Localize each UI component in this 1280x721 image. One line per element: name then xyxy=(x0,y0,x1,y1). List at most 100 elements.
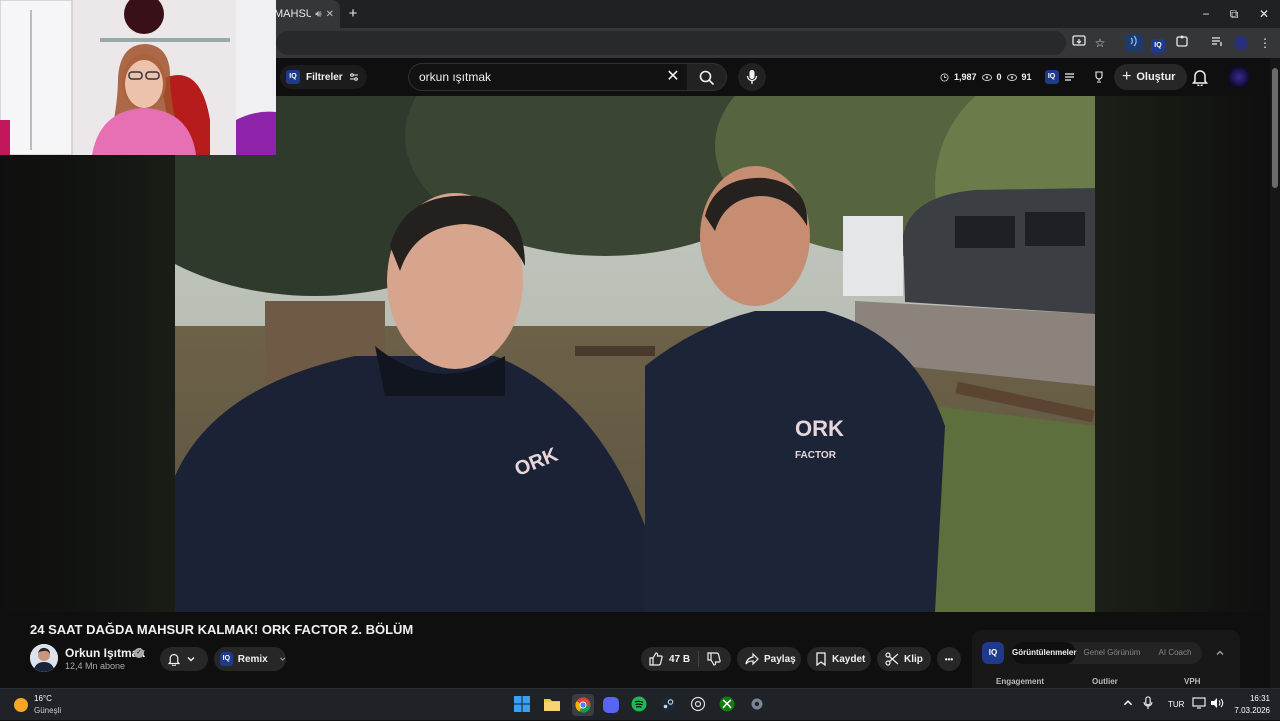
new-tab-button[interactable]: + xyxy=(344,5,362,23)
trophy-icon[interactable] xyxy=(1093,71,1105,83)
search-button[interactable] xyxy=(687,63,727,91)
tray-volume-icon[interactable] xyxy=(1210,696,1228,714)
chevron-down-icon xyxy=(279,657,285,661)
save-button[interactable]: Kaydet xyxy=(807,647,871,671)
tray-chevron-up-icon[interactable] xyxy=(1122,696,1140,714)
tray-microphone-icon[interactable] xyxy=(1142,696,1160,714)
clip-button[interactable]: Klip xyxy=(877,647,931,671)
channel-stats: 1,987 0 91 IQ xyxy=(940,68,1105,86)
create-label: Oluştur xyxy=(1136,71,1176,83)
app-circle-icon[interactable] xyxy=(690,696,708,714)
sliders-icon xyxy=(349,73,358,81)
dislike-button[interactable] xyxy=(699,652,721,666)
more-actions-button[interactable]: ••• xyxy=(937,647,961,671)
iq-tab-bar: Görüntülenmeler Genel Görünüm AI Coach xyxy=(1012,642,1202,664)
share-button[interactable]: Paylaş xyxy=(737,647,801,671)
iq-tab-overview[interactable]: Genel Görünüm xyxy=(1076,642,1148,664)
stat-watching: 91 xyxy=(1021,72,1032,82)
iq-icon: IQ xyxy=(220,652,233,666)
clear-search-icon[interactable]: ✕ xyxy=(665,69,681,85)
like-count: 47 B xyxy=(669,653,691,665)
remix-label: Remix xyxy=(237,653,268,665)
close-window-button[interactable]: ✕ xyxy=(1254,5,1274,23)
input-language[interactable]: TUR xyxy=(1168,700,1184,709)
share-icon xyxy=(745,652,759,666)
like-button[interactable]: 47 B xyxy=(649,651,700,667)
iq-tab-ai-coach[interactable]: AI Coach xyxy=(1148,642,1202,664)
verified-check-icon: ✓ xyxy=(134,648,144,658)
search-box: ✕ xyxy=(408,63,688,91)
restore-button[interactable]: ⧉ xyxy=(1224,5,1244,23)
webcam-overlay xyxy=(0,0,276,155)
media-control-icon[interactable] xyxy=(1208,34,1226,52)
file-explorer-icon[interactable] xyxy=(543,696,561,714)
search-input[interactable] xyxy=(419,64,659,90)
like-dislike-group: 47 B xyxy=(641,647,731,671)
channel-avatar[interactable] xyxy=(30,644,58,672)
bookmark-star-icon[interactable]: ☆ xyxy=(1091,34,1109,52)
profile-avatar-icon[interactable] xyxy=(1232,34,1250,52)
list-icon[interactable] xyxy=(1064,71,1076,83)
eye-icon xyxy=(1006,73,1017,81)
chevron-up-icon[interactable] xyxy=(1215,648,1225,658)
notifications-button[interactable] xyxy=(1192,68,1210,88)
iq-column-vph: VPH xyxy=(1184,677,1201,686)
install-app-icon[interactable] xyxy=(1070,34,1088,52)
spotify-icon[interactable] xyxy=(631,696,649,714)
discord-icon[interactable] xyxy=(602,696,620,714)
subscriber-count: 12,4 Mn abone xyxy=(65,661,126,671)
extension-audio-icon[interactable] xyxy=(1125,34,1143,52)
extension-iq-icon[interactable]: IQ xyxy=(1149,34,1167,53)
extensions-puzzle-icon[interactable] xyxy=(1173,34,1191,52)
eye-icon xyxy=(981,73,992,81)
browser-tab[interactable]: MAHSUR 🔊︎ ✕ xyxy=(268,0,340,28)
video-player[interactable]: ORK ORK FACTOR xyxy=(175,96,1095,612)
settings-gear-icon[interactable] xyxy=(749,696,767,714)
iq-column-outlier: Outlier xyxy=(1092,677,1118,686)
filters-label: Filtreler xyxy=(306,71,343,83)
account-avatar[interactable] xyxy=(1228,66,1250,88)
bookmark-icon xyxy=(816,652,826,666)
weather-condition[interactable]: Güneşli xyxy=(34,706,61,715)
create-button[interactable]: + Oluştur xyxy=(1114,64,1188,90)
search-icon xyxy=(699,70,715,86)
shirt-logo-right-sub: FACTOR xyxy=(795,450,837,461)
page-scrollbar[interactable] xyxy=(1270,58,1280,688)
chevron-down-icon xyxy=(187,657,195,662)
stat-comments: 0 xyxy=(996,72,1002,82)
stat-views: 1,987 xyxy=(954,72,977,82)
plus-icon: + xyxy=(1122,68,1132,85)
thumbs-up-icon xyxy=(649,652,663,666)
iq-column-engagement: Engagement xyxy=(996,677,1045,686)
xbox-icon[interactable] xyxy=(719,696,737,714)
windows-start-icon[interactable] xyxy=(514,696,532,714)
clock-date[interactable]: 7.03.2026 xyxy=(1232,706,1270,715)
minimize-button[interactable]: − xyxy=(1196,5,1216,23)
clock-icon xyxy=(940,72,949,82)
clip-label: Klip xyxy=(904,653,923,665)
iq-tab-views[interactable]: Görüntülenmeler xyxy=(1012,642,1076,664)
webcam-frame xyxy=(0,0,276,155)
scrollbar-thumb[interactable] xyxy=(1272,68,1278,188)
address-bar[interactable] xyxy=(276,31,1066,55)
bell-icon xyxy=(168,653,180,666)
steam-icon[interactable] xyxy=(660,696,678,714)
windows-taskbar: 16°C Güneşli TUR 16:31 7.03.2026 xyxy=(0,688,1280,720)
chrome-icon[interactable] xyxy=(572,694,594,716)
weather-temperature[interactable]: 16°C xyxy=(34,694,52,703)
browser-tab-title: MAHSUR xyxy=(274,8,312,20)
speaker-icon[interactable]: 🔊︎ xyxy=(315,9,321,20)
tray-display-icon[interactable] xyxy=(1192,696,1210,714)
subscribed-bell-button[interactable] xyxy=(160,647,208,671)
thumbs-down-icon xyxy=(707,652,721,666)
remix-button[interactable]: IQ Remix xyxy=(214,647,286,671)
filters-button[interactable]: IQ Filtreler xyxy=(280,65,367,89)
weather-sun-icon[interactable] xyxy=(12,696,30,714)
bell-icon xyxy=(1192,70,1208,88)
clock-time[interactable]: 16:31 xyxy=(1236,694,1270,703)
browser-menu-icon[interactable]: ⋮ xyxy=(1256,34,1274,52)
close-tab-icon[interactable]: ✕ xyxy=(326,9,334,20)
iq-icon[interactable]: IQ xyxy=(1044,70,1059,84)
voice-search-button[interactable] xyxy=(738,63,766,91)
video-frame: ORK ORK FACTOR xyxy=(175,96,1095,612)
